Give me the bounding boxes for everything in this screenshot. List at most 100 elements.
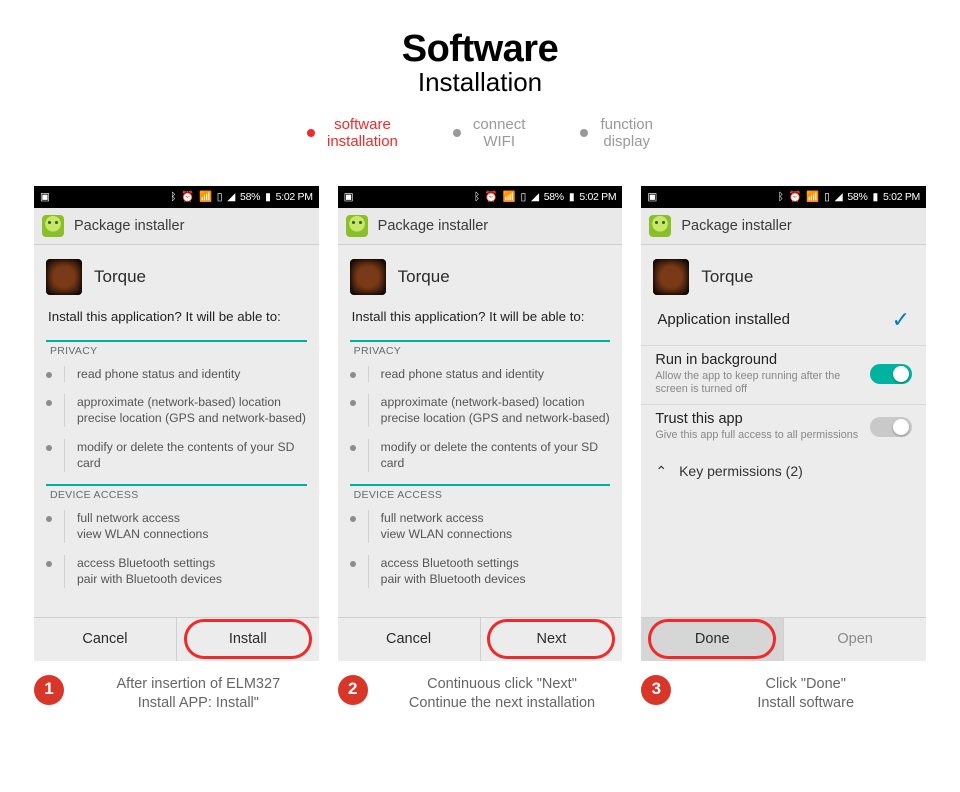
page-title: Software bbox=[0, 28, 960, 71]
signal-icon: ◢ bbox=[835, 191, 843, 203]
alarm-icon: ⏰ bbox=[789, 190, 802, 203]
tab-function-display[interactable]: functiondisplay bbox=[580, 116, 653, 151]
screenshots-row: ▣ ᛒ ⏰ 📶 ▯ ◢ 58% ▮ 5:02 PM Package instal… bbox=[0, 151, 960, 661]
open-button[interactable]: Open bbox=[784, 618, 926, 661]
wifi-icon: 📶 bbox=[806, 190, 819, 203]
caption-step-1: 1 After insertion of ELM327Install APP: … bbox=[34, 675, 319, 714]
signal-icon: ◢ bbox=[227, 191, 235, 203]
bluetooth-icon: ᛒ bbox=[474, 191, 480, 203]
alarm-icon: ⏰ bbox=[485, 190, 498, 203]
install-button[interactable]: Install bbox=[177, 618, 319, 661]
section-privacy: PRIVACY bbox=[46, 340, 307, 360]
phone-screenshot-install: ▣ ᛒ ⏰ 📶 ▯ ◢ 58% ▮ 5:02 PM Package instal… bbox=[34, 186, 319, 661]
app-info-row: Torque bbox=[641, 245, 926, 301]
battery-percent: 58% bbox=[240, 191, 260, 203]
sim-icon: ▯ bbox=[824, 191, 829, 203]
bullet-icon bbox=[580, 129, 588, 137]
tab-software-installation[interactable]: softwareinstallation bbox=[307, 116, 398, 151]
installed-label: Application installed bbox=[657, 311, 790, 328]
app-info-row: Torque bbox=[338, 245, 623, 301]
app-name: Torque bbox=[701, 267, 753, 287]
phone-screenshot-done: ▣ ᛒ ⏰ 📶 ▯ ◢ 58% ▮ 5:02 PM Package instal… bbox=[641, 186, 926, 661]
sim-icon: ▯ bbox=[520, 191, 525, 203]
step-number-badge: 3 bbox=[641, 675, 671, 705]
bullet-icon bbox=[453, 129, 461, 137]
installer-title: Package installer bbox=[378, 218, 488, 234]
cancel-button[interactable]: Cancel bbox=[338, 618, 481, 661]
button-bar: Cancel Next bbox=[338, 617, 623, 661]
caption-step-2: 2 Continuous click "Next"Continue the ne… bbox=[338, 675, 623, 714]
app-info-row: Torque bbox=[34, 245, 319, 301]
section-device-access: DEVICE ACCESS bbox=[350, 484, 611, 504]
alarm-icon: ⏰ bbox=[181, 190, 194, 203]
done-button[interactable]: Done bbox=[641, 618, 784, 661]
torque-app-icon bbox=[653, 259, 689, 295]
clock-text: 5:02 PM bbox=[579, 191, 616, 203]
permission-item: approximate (network-based) locationprec… bbox=[348, 388, 613, 433]
bluetooth-icon: ᛒ bbox=[170, 191, 176, 203]
signal-icon: ◢ bbox=[531, 191, 539, 203]
next-button[interactable]: Next bbox=[481, 618, 623, 661]
battery-percent: 58% bbox=[847, 191, 867, 203]
battery-icon: ▮ bbox=[873, 191, 878, 203]
cancel-button[interactable]: Cancel bbox=[34, 618, 177, 661]
chevron-up-icon: ⌃ bbox=[655, 463, 667, 480]
wifi-icon: 📶 bbox=[199, 190, 212, 203]
app-name: Torque bbox=[398, 267, 450, 287]
setting-desc: Give this app full access to all permiss… bbox=[655, 429, 860, 442]
setting-title: Trust this app bbox=[655, 411, 860, 427]
trust-app-setting[interactable]: Trust this app Give this app full access… bbox=[641, 404, 926, 450]
step-number-badge: 1 bbox=[34, 675, 64, 705]
image-icon: ▣ bbox=[647, 191, 657, 203]
installer-header: Package installer bbox=[338, 208, 623, 245]
wifi-icon: 📶 bbox=[503, 190, 516, 203]
battery-icon: ▮ bbox=[569, 191, 574, 203]
android-icon bbox=[346, 215, 368, 237]
section-device-access: DEVICE ACCESS bbox=[46, 484, 307, 504]
button-bar: Cancel Install bbox=[34, 617, 319, 661]
android-icon bbox=[649, 215, 671, 237]
install-question: Install this application? It will be abl… bbox=[34, 301, 319, 334]
torque-app-icon bbox=[350, 259, 386, 295]
button-bar: Done Open bbox=[641, 617, 926, 661]
toggle-off[interactable] bbox=[870, 417, 912, 437]
bluetooth-icon: ᛒ bbox=[778, 191, 784, 203]
permission-item: access Bluetooth settingspair with Bluet… bbox=[44, 549, 309, 594]
app-name: Torque bbox=[94, 267, 146, 287]
battery-percent: 58% bbox=[544, 191, 564, 203]
image-icon: ▣ bbox=[40, 191, 50, 203]
image-icon: ▣ bbox=[344, 191, 354, 203]
setting-desc: Allow the app to keep running after the … bbox=[655, 370, 860, 397]
clock-text: 5:02 PM bbox=[883, 191, 920, 203]
permission-item: read phone status and identity bbox=[348, 360, 613, 388]
android-icon bbox=[42, 215, 64, 237]
tab-connect-wifi[interactable]: connectWIFI bbox=[453, 116, 526, 151]
bullet-icon bbox=[307, 129, 315, 137]
permission-item: full network accessview WLAN connections bbox=[348, 504, 613, 549]
application-installed-row: Application installed ✓ bbox=[641, 301, 926, 345]
installer-header: Package installer bbox=[34, 208, 319, 245]
install-question: Install this application? It will be abl… bbox=[338, 301, 623, 334]
permission-item: full network accessview WLAN connections bbox=[44, 504, 309, 549]
key-permissions-row[interactable]: ⌃ Key permissions (2) bbox=[641, 451, 926, 492]
captions-row: 1 After insertion of ELM327Install APP: … bbox=[0, 661, 960, 714]
clock-text: 5:02 PM bbox=[276, 191, 313, 203]
permission-item: modify or delete the contents of your SD… bbox=[44, 433, 309, 478]
permission-item: modify or delete the contents of your SD… bbox=[348, 433, 613, 478]
section-privacy: PRIVACY bbox=[350, 340, 611, 360]
key-permissions-label: Key permissions (2) bbox=[679, 463, 803, 479]
status-bar: ▣ ᛒ ⏰ 📶 ▯ ◢ 58% ▮ 5:02 PM bbox=[641, 186, 926, 208]
sim-icon: ▯ bbox=[217, 191, 222, 203]
status-bar: ▣ ᛒ ⏰ 📶 ▯ ◢ 58% ▮ 5:02 PM bbox=[34, 186, 319, 208]
installer-title: Package installer bbox=[681, 218, 791, 234]
torque-app-icon bbox=[46, 259, 82, 295]
permission-item: access Bluetooth settingspair with Bluet… bbox=[348, 549, 613, 594]
step-tabs: softwareinstallation connectWIFI functio… bbox=[0, 116, 960, 151]
run-in-background-setting[interactable]: Run in background Allow the app to keep … bbox=[641, 345, 926, 405]
checkmark-icon: ✓ bbox=[892, 307, 910, 333]
step-number-badge: 2 bbox=[338, 675, 368, 705]
toggle-on[interactable] bbox=[870, 364, 912, 384]
caption-step-3: 3 Click "Done"Install software bbox=[641, 675, 926, 714]
permission-item: approximate (network-based) locationprec… bbox=[44, 388, 309, 433]
phone-screenshot-next: ▣ ᛒ ⏰ 📶 ▯ ◢ 58% ▮ 5:02 PM Package instal… bbox=[338, 186, 623, 661]
